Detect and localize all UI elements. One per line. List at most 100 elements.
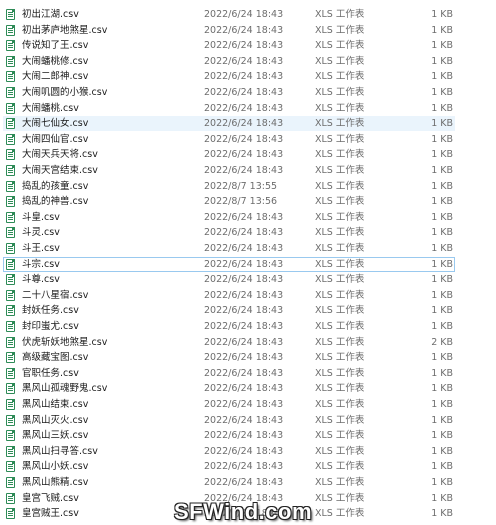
file-name: 二十八星宿.csv — [22, 289, 89, 301]
file-row[interactable]: 黑风山三妖.csv 2022/6/24 18:43 XLS 工作表 1 KB — [3, 428, 455, 443]
file-date: 2022/8/7 13:56 — [204, 196, 278, 208]
file-row[interactable]: 官职任务.csv 2022/6/24 18:43 XLS 工作表 1 KB — [3, 366, 455, 381]
spreadsheet-file-icon — [6, 102, 15, 114]
file-row[interactable]: 斗皇.csv 2022/6/24 18:43 XLS 工作表 1 KB — [3, 210, 455, 225]
file-row[interactable]: 大闹叽圆的小猴.csv 2022/6/24 18:43 XLS 工作表 1 KB — [3, 85, 455, 100]
spreadsheet-file-icon — [6, 87, 15, 98]
file-name: 初出江湖.csv — [22, 9, 79, 20]
file-row[interactable]: 伏虎斩妖地煞星.csv 2022/6/24 18:43 XLS 工作表 2 KB — [3, 335, 455, 350]
file-row[interactable]: 斗灵.csv 2022/6/24 18:43 XLS 工作表 1 KB — [3, 225, 455, 240]
file-size: 1 KB — [431, 508, 453, 520]
spreadsheet-file-icon — [6, 227, 15, 239]
spreadsheet-file-icon — [6, 40, 15, 52]
file-row[interactable]: 大闹七仙女.csv 2022/6/24 18:43 XLS 工作表 1 KB — [3, 116, 455, 132]
file-name: 大闹四仙官.csv — [22, 133, 89, 145]
file-size: 1 KB — [431, 40, 453, 52]
file-row[interactable]: 斗王.csv 2022/6/24 18:43 XLS 工作表 1 KB — [3, 241, 455, 256]
file-date: 2022/6/24 18:43 — [204, 414, 284, 426]
file-size: 1 KB — [431, 492, 453, 504]
file-type: XLS 工作表 — [315, 492, 365, 504]
file-date: 2022/6/24 18:43 — [204, 55, 284, 67]
file-date: 2022/6/24 18:43 — [204, 289, 284, 301]
file-row[interactable]: 黑风山小妖.csv 2022/6/24 18:43 XLS 工作表 1 KB — [3, 459, 455, 474]
spreadsheet-file-icon — [6, 383, 15, 395]
file-row[interactable]: 大闹四仙官.csv 2022/6/24 18:43 XLS 工作表 1 KB — [3, 132, 455, 147]
file-type: XLS 工作表 — [315, 461, 365, 473]
file-size: 1 KB — [431, 352, 453, 364]
file-type: XLS 工作表 — [315, 243, 365, 254]
file-date: 2022/6/24 18:43 — [204, 367, 284, 379]
file-type: XLS 工作表 — [315, 430, 365, 442]
file-size: 1 KB — [431, 321, 453, 332]
file-size: 1 KB — [431, 305, 453, 317]
file-row[interactable]: 初出茅庐地煞星.csv 2022/6/24 18:43 XLS 工作表 1 KB — [3, 23, 455, 38]
file-type: XLS 工作表 — [315, 40, 365, 52]
file-type: XLS 工作表 — [315, 336, 365, 348]
file-size: 1 KB — [431, 180, 453, 192]
spreadsheet-file-icon — [6, 149, 15, 161]
spreadsheet-file-icon — [6, 258, 15, 270]
file-size: 1 KB — [431, 118, 453, 130]
file-row[interactable]: 大闹蟠桃修.csv 2022/6/24 18:43 XLS 工作表 1 KB — [3, 54, 455, 69]
file-name: 伏虎斩妖地煞星.csv — [22, 336, 108, 348]
file-row[interactable]: 封妖任务.csv 2022/6/24 18:43 XLS 工作表 1 KB — [3, 303, 455, 318]
file-name: 大闹叽圆的小猴.csv — [22, 87, 108, 98]
file-name: 皇宫飞贼.csv — [22, 492, 79, 504]
spreadsheet-file-icon — [6, 399, 15, 410]
file-name: 黑风山熊精.csv — [22, 477, 89, 488]
spreadsheet-file-icon — [6, 414, 15, 426]
file-type: XLS 工作表 — [315, 289, 365, 301]
file-date: 2022/6/24 18:43 — [204, 227, 284, 239]
file-date: 2022/6/24 18:43 — [204, 336, 284, 348]
file-type: XLS 工作表 — [315, 211, 365, 223]
file-type: XLS 工作表 — [315, 383, 365, 395]
file-row[interactable]: 黑风山熊精.csv 2022/6/24 18:43 XLS 工作表 1 KB — [3, 475, 455, 490]
file-date: 2022/6/24 18:43 — [204, 352, 284, 364]
file-name: 黑风山小妖.csv — [22, 461, 89, 473]
file-row[interactable]: 黑风山扫寻答.csv 2022/6/24 18:43 XLS 工作表 1 KB — [3, 444, 455, 459]
file-type: XLS 工作表 — [315, 165, 365, 176]
file-date: 2022/6/24 18:43 — [204, 461, 284, 473]
file-date: 2022/6/24 18:43 — [204, 71, 284, 83]
file-row[interactable]: 二十八星宿.csv 2022/6/24 18:43 XLS 工作表 1 KB — [3, 288, 455, 303]
file-row[interactable]: 斗尊.csv 2022/6/24 18:43 XLS 工作表 1 KB — [3, 272, 455, 287]
file-row[interactable]: 斗宗.csv 2022/6/24 18:43 XLS 工作表 1 KB — [3, 256, 455, 272]
file-type: XLS 工作表 — [315, 414, 365, 426]
file-row[interactable]: 传说知了王.csv 2022/6/24 18:43 XLS 工作表 1 KB — [3, 38, 455, 53]
file-size: 1 KB — [431, 383, 453, 395]
file-type: XLS 工作表 — [315, 196, 365, 208]
file-row[interactable]: 黑风山结束.csv 2022/6/24 18:43 XLS 工作表 1 KB — [3, 397, 455, 412]
file-size: 1 KB — [431, 367, 453, 379]
file-name: 大闹天宫结束.csv — [22, 165, 98, 176]
file-name: 传说知了王.csv — [22, 40, 89, 52]
file-row[interactable]: 初出江湖.csv 2022/6/24 18:43 XLS 工作表 1 KB — [3, 7, 455, 22]
file-size: 1 KB — [431, 211, 453, 223]
file-type: XLS 工作表 — [315, 24, 365, 36]
file-size: 1 KB — [431, 55, 453, 67]
file-row[interactable]: 大闹天宫结束.csv 2022/6/24 18:43 XLS 工作表 1 KB — [3, 163, 455, 178]
file-size: 1 KB — [431, 445, 453, 457]
file-date: 2022/6/24 18:43 — [204, 477, 284, 488]
file-row[interactable]: 黑风山孤魂野鬼.csv 2022/6/24 18:43 XLS 工作表 1 KB — [3, 381, 455, 396]
file-size: 1 KB — [431, 227, 453, 239]
spreadsheet-file-icon — [6, 71, 15, 83]
file-name: 捣乱的神兽.csv — [22, 196, 89, 208]
file-row[interactable]: 大闹天兵天将.csv 2022/6/24 18:43 XLS 工作表 1 KB — [3, 147, 455, 162]
file-type: XLS 工作表 — [315, 9, 365, 20]
file-row[interactable]: 大闹二郎神.csv 2022/6/24 18:43 XLS 工作表 1 KB — [3, 69, 455, 84]
file-row[interactable]: 封印蚩尤.csv 2022/6/24 18:43 XLS 工作表 1 KB — [3, 319, 455, 334]
file-row[interactable]: 黑风山灭火.csv 2022/6/24 18:43 XLS 工作表 1 KB — [3, 413, 455, 428]
spreadsheet-file-icon — [6, 336, 15, 348]
file-size: 1 KB — [431, 430, 453, 442]
file-size: 2 KB — [431, 336, 453, 348]
file-size: 1 KB — [431, 461, 453, 473]
file-row[interactable]: 高级藏宝图.csv 2022/6/24 18:43 XLS 工作表 1 KB — [3, 350, 455, 365]
file-row[interactable]: 大闹蟠桃.csv 2022/6/24 18:43 XLS 工作表 1 KB — [3, 101, 455, 116]
file-name: 捣乱的孩童.csv — [22, 180, 89, 192]
file-type: XLS 工作表 — [315, 55, 365, 67]
file-row[interactable]: 捣乱的神兽.csv 2022/8/7 13:56 XLS 工作表 1 KB — [3, 194, 455, 209]
file-name: 黑风山三妖.csv — [22, 430, 89, 442]
file-type: XLS 工作表 — [315, 180, 365, 192]
file-name: 大闹二郎神.csv — [22, 71, 89, 83]
file-row[interactable]: 捣乱的孩童.csv 2022/8/7 13:55 XLS 工作表 1 KB — [3, 179, 455, 194]
